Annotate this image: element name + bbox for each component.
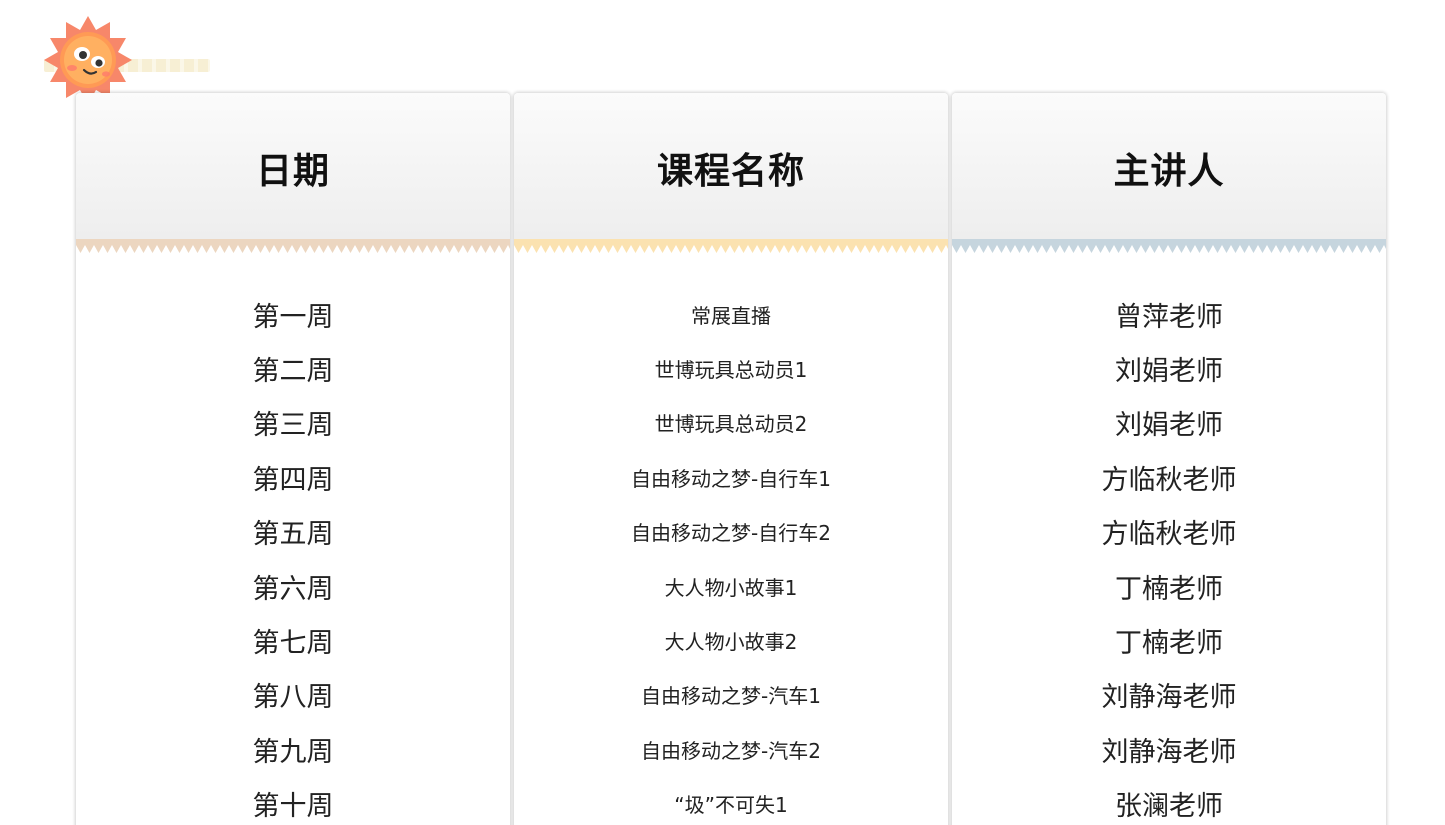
course-cell: 世博玩具总动员1 (654, 358, 808, 383)
course-cell: 自由移动之梦-自行车2 (631, 521, 831, 546)
date-column: 日期 第一周 第二周 第三周 第四周 第五周 第六周 第七周 第八周 第九周 第… (76, 93, 510, 825)
course-cell: 大人物小故事2 (664, 630, 798, 655)
date-header-label: 日期 (255, 151, 330, 192)
teacher-header-zigzag-border (952, 239, 1386, 253)
course-header-label: 课程名称 (656, 151, 805, 192)
course-column-body: 常展直播 世博玩具总动员1 世博玩具总动员2 自由移动之梦-自行车1 自由移动之… (514, 255, 948, 825)
course-cell: 自由移动之梦-汽车1 (641, 684, 821, 709)
teacher-cell: 刘静海老师 (1101, 736, 1237, 768)
date-cell: 第七周 (252, 628, 334, 660)
course-cell: “圾”不可失1 (674, 793, 788, 818)
course-cell: 大人物小故事1 (664, 575, 798, 600)
course-cell: 世博玩具总动员2 (654, 412, 808, 437)
date-column-header: 日期 (76, 93, 510, 239)
date-column-body: 第一周 第二周 第三周 第四周 第五周 第六周 第七周 第八周 第九周 第十周 (76, 255, 510, 825)
page: 日期 第一周 第二周 第三周 第四周 第五周 第六周 第七周 第八周 第九周 第… (0, 0, 1445, 825)
teacher-cell: 曾萍老师 (1115, 301, 1223, 333)
teacher-cell: 方临秋老师 (1101, 464, 1237, 496)
teacher-column: 主讲人 曾萍老师 刘娟老师 刘娟老师 方临秋老师 方临秋老师 丁楠老师 丁楠老师… (952, 93, 1386, 825)
teacher-cell: 刘静海老师 (1101, 682, 1237, 714)
date-cell: 第四周 (252, 464, 334, 496)
teacher-cell: 张澜老师 (1115, 791, 1223, 823)
date-cell: 第一周 (252, 301, 334, 333)
date-cell: 第六周 (252, 573, 334, 605)
course-cell: 常展直播 (691, 303, 771, 328)
date-cell: 第二周 (252, 356, 334, 388)
teacher-column-body: 曾萍老师 刘娟老师 刘娟老师 方临秋老师 方临秋老师 丁楠老师 丁楠老师 刘静海… (952, 255, 1386, 825)
course-cell: 自由移动之梦-自行车1 (631, 466, 831, 491)
teacher-cell: 方临秋老师 (1101, 519, 1237, 551)
teacher-cell: 刘娟老师 (1115, 410, 1223, 442)
date-cell: 第十周 (252, 791, 334, 823)
date-cell: 第三周 (252, 410, 334, 442)
course-column: 课程名称 常展直播 世博玩具总动员1 世博玩具总动员2 自由移动之梦-自行车1 … (514, 93, 948, 825)
course-cell: 自由移动之梦-汽车2 (641, 738, 821, 763)
course-header-zigzag-border (514, 239, 948, 253)
teacher-cell: 刘娟老师 (1115, 356, 1223, 388)
teacher-column-header: 主讲人 (952, 93, 1386, 239)
date-header-zigzag-border (76, 239, 510, 253)
teacher-cell: 丁楠老师 (1115, 628, 1223, 660)
date-cell: 第五周 (252, 519, 334, 551)
teacher-cell: 丁楠老师 (1115, 573, 1223, 605)
date-cell: 第九周 (252, 736, 334, 768)
date-cell: 第八周 (252, 682, 334, 714)
course-column-header: 课程名称 (514, 93, 948, 239)
teacher-header-label: 主讲人 (1113, 151, 1225, 192)
